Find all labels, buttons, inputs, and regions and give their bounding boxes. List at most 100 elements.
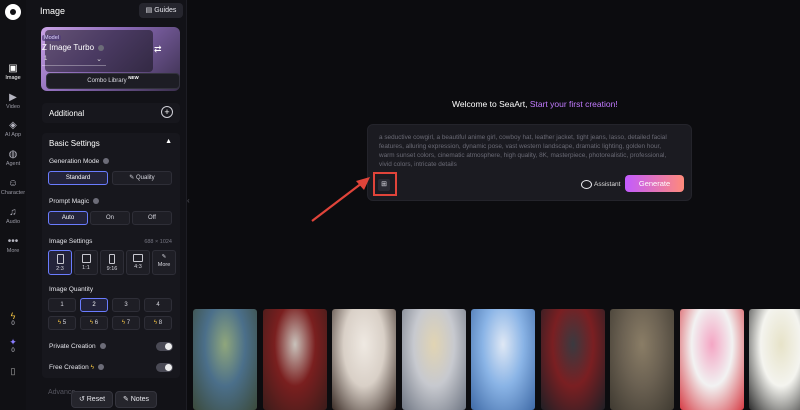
additional-label: Additional <box>49 109 85 118</box>
chevron-up-icon[interactable]: ▲ <box>165 138 172 145</box>
left-rail: ▣ Image ▶ Video ◈ AI App ◍ Agent ☺ Chara… <box>0 0 27 410</box>
video-icon: ▶ <box>9 92 17 103</box>
pencil-icon: ✎ <box>161 254 167 260</box>
basic-settings-section: Basic Settings ▲ Generation Mode Standar… <box>42 133 180 378</box>
prompt-magic-label: Prompt Magic <box>49 198 100 205</box>
quantity-cost-2: ϟ 6 <box>80 316 108 330</box>
rail-item-more[interactable]: ••• More <box>0 236 26 254</box>
info-icon[interactable] <box>93 198 100 205</box>
phone-icon[interactable]: ▯ <box>0 366 26 377</box>
prompt-magic-off-button[interactable]: Off <box>132 211 172 225</box>
free-creation-toggle[interactable] <box>156 363 173 372</box>
credits-value: 0 <box>11 348 15 354</box>
ratio-shape-icon <box>81 254 91 263</box>
assistant-button[interactable]: Assistant <box>581 180 620 189</box>
model-count-value: 1 <box>44 56 48 62</box>
combo-library-label: Combo Library <box>87 78 127 84</box>
basic-settings-label: Basic Settings <box>49 139 100 148</box>
new-badge: NEW <box>128 75 139 80</box>
notes-button[interactable]: ✎ Notes <box>115 391 157 408</box>
ratio-1-1-button[interactable]: 1:1 <box>74 250 98 275</box>
audio-icon: ♫ <box>9 207 17 218</box>
prompt-box[interactable]: a seductive cowgirl, a beautiful anime g… <box>367 124 692 201</box>
ratio-4-3-button[interactable]: 4:3 <box>126 250 150 275</box>
rail-item-ai-app[interactable]: ◈ AI App <box>0 120 26 138</box>
plus-icon[interactable]: + <box>161 106 173 118</box>
gallery-thumbnail-armored-warrior[interactable] <box>540 309 605 410</box>
highlight-box <box>373 172 397 196</box>
info-icon[interactable] <box>103 158 110 165</box>
quantity-3-button[interactable]: 3 <box>112 298 140 312</box>
gallery-thumbnail-soldier-painting[interactable] <box>610 309 674 410</box>
mode-quality-button[interactable]: ✎ Quality <box>112 171 172 185</box>
reset-button[interactable]: ↺ Reset <box>71 391 113 408</box>
ratio-shape-icon <box>109 254 115 264</box>
info-icon[interactable] <box>98 44 105 51</box>
gallery-thumbnail-girl-with-flowers[interactable] <box>749 309 800 410</box>
quantity-cost-4: ϟ 8 <box>144 316 172 330</box>
image-dimensions: 688 × 1024 <box>144 239 172 245</box>
settings-panel: Image ▤ Guides Model Z Image Turbo ⇄ 1 ⌄… <box>26 0 187 410</box>
stamina-value: 0 <box>11 321 15 327</box>
lightning-icon: ϟ <box>10 311 16 321</box>
model-count-select[interactable]: 1 ⌄ <box>42 55 106 66</box>
more-icon: ••• <box>7 236 19 247</box>
rail-item-label: Audio <box>5 219 21 225</box>
ratio-more-button[interactable]: ✎ More <box>152 250 176 275</box>
quantity-cost-3: ϟ 7 <box>112 316 140 330</box>
ai-app-icon: ◈ <box>9 120 17 131</box>
prompt-magic-on-button[interactable]: On <box>90 211 130 225</box>
notes-icon: ✎ <box>122 396 131 403</box>
quality-icon: ✎ <box>129 175 136 181</box>
gallery-thumbnail-woman-white-sweater[interactable] <box>332 309 396 410</box>
rail-item-image[interactable]: ▣ Image <box>0 63 26 81</box>
quantity-4-button[interactable]: 4 <box>144 298 172 312</box>
model-swap-icon[interactable]: ⇄ <box>154 44 162 55</box>
rail-item-label: Image <box>5 75 21 81</box>
gallery-thumbnail-pink-hair-anime-girl[interactable] <box>679 309 744 410</box>
rail-item-label: More <box>6 248 20 254</box>
rail-item-video[interactable]: ▶ Video <box>0 92 26 110</box>
ratio-9-16-button[interactable]: 9:16 <box>100 250 124 275</box>
gallery-thumbnail-blonde-uniform-girl[interactable] <box>401 309 466 410</box>
rail-item-label: AI App <box>4 132 22 138</box>
additional-section[interactable]: Additional + <box>42 103 180 123</box>
prompt-input[interactable]: a seductive cowgirl, a beautiful anime g… <box>379 133 677 169</box>
ratio-shape-icon <box>133 254 143 262</box>
info-icon[interactable] <box>99 343 106 350</box>
lightning-icon: ϟ <box>121 320 126 326</box>
quantity-2-button[interactable]: 2 <box>80 298 108 312</box>
rail-item-audio[interactable]: ♫ Audio <box>0 207 26 225</box>
private-creation-label: Private Creation <box>49 343 106 350</box>
image-quantity-label: Image Quantity <box>49 286 94 293</box>
welcome-message: Welcome to SeaArt, Start your first crea… <box>452 99 618 109</box>
mode-standard-button[interactable]: Standard <box>48 171 108 185</box>
info-icon[interactable] <box>98 364 105 371</box>
rail-item-agent[interactable]: ◍ Agent <box>0 149 26 167</box>
gallery-thumbnail-red-haired-wolf-girl[interactable] <box>262 309 327 410</box>
combo-library-button[interactable]: Combo Library NEW <box>46 73 180 89</box>
private-creation-toggle[interactable] <box>156 342 173 351</box>
seaart-logo-icon[interactable] <box>5 4 21 20</box>
guides-button[interactable]: ▤ Guides <box>139 3 183 18</box>
rail-item-label: Video <box>6 104 20 110</box>
lightning-icon: ϟ <box>90 364 95 371</box>
lightning-icon: ϟ <box>153 320 158 326</box>
credit-icon: ✦ <box>9 337 17 347</box>
panel-title: Image <box>40 6 66 16</box>
credits-counter[interactable]: ✦ 0 <box>0 337 26 354</box>
quantity-1-button[interactable]: 1 <box>48 298 76 312</box>
lightning-icon: ϟ <box>57 320 62 326</box>
generate-button[interactable]: Generate <box>625 175 684 192</box>
image-settings-label: Image Settings <box>49 238 93 245</box>
prompt-magic-auto-button[interactable]: Auto <box>48 211 88 225</box>
gallery-thumbnail-anime-blue-hair-girl[interactable] <box>471 309 535 410</box>
gallery-thumbnail-fantasy-castle[interactable] <box>193 309 257 410</box>
rail-item-character[interactable]: ☺ Character <box>0 178 26 196</box>
model-tag: Model <box>42 35 61 41</box>
ratio-2-3-button[interactable]: 2:3 <box>48 250 72 275</box>
ratio-shape-icon <box>56 254 64 264</box>
stamina-counter[interactable]: ϟ 0 <box>0 311 26 327</box>
book-icon: ▤ <box>145 7 155 14</box>
collapse-panel-handle[interactable]: ‹ <box>187 196 190 205</box>
